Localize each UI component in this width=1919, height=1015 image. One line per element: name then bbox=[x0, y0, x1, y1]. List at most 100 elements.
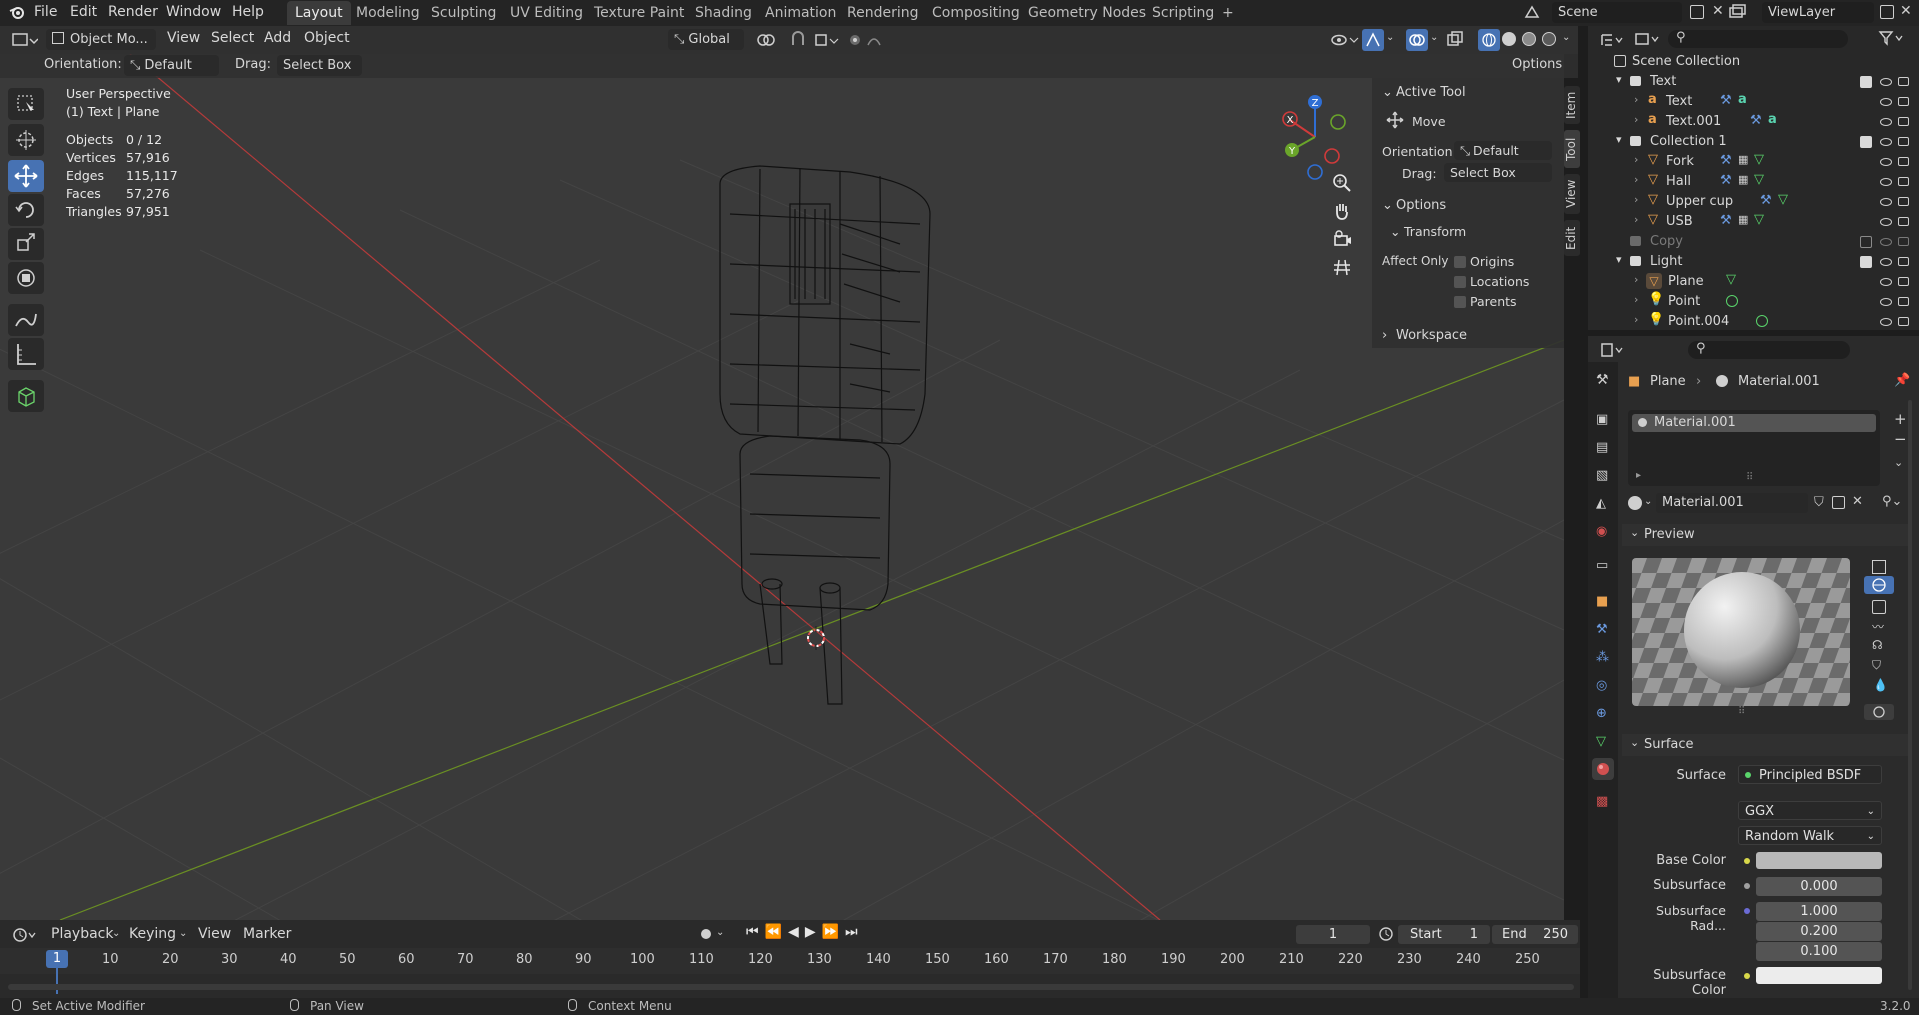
transform-orientation-selector[interactable]: ⤡ Global bbox=[668, 29, 744, 50]
play-icon[interactable]: ▶ bbox=[805, 924, 822, 940]
collection-tab-icon[interactable]: ▭ bbox=[1596, 558, 1608, 573]
gizmo-toggle-icon[interactable] bbox=[1362, 29, 1384, 51]
menu-select[interactable]: Select bbox=[211, 30, 254, 46]
expand-chevron-icon[interactable]: ▾ bbox=[1616, 73, 1622, 86]
add-workspace-button[interactable]: + bbox=[1214, 1, 1242, 25]
expand-chevron-icon[interactable]: › bbox=[1634, 313, 1638, 326]
preview-hair-icon[interactable]: 〰 bbox=[1872, 618, 1884, 635]
tab-edit[interactable]: Edit bbox=[1564, 220, 1580, 256]
eye-icon[interactable] bbox=[1880, 318, 1892, 326]
output-tab-icon[interactable]: ▤ bbox=[1596, 440, 1608, 455]
modifier-wrench-icon[interactable]: ⚒ bbox=[1720, 153, 1732, 168]
modifier-wrench-icon[interactable]: ⚒ bbox=[1750, 113, 1762, 128]
base-color-swatch[interactable] bbox=[1756, 852, 1882, 869]
outliner-row-light[interactable]: › 💡 Point bbox=[1588, 292, 1919, 312]
orientation-dropdown[interactable]: ⤡ Default bbox=[124, 55, 219, 76]
record-button[interactable] bbox=[701, 929, 711, 939]
display-mode-icon[interactable] bbox=[1634, 31, 1662, 47]
outliner-row-light[interactable]: › 💡 Point.004 bbox=[1588, 312, 1919, 330]
ortho-grid-icon[interactable] bbox=[1331, 256, 1353, 278]
tab-geometry-nodes[interactable]: Geometry Nodes bbox=[1020, 1, 1154, 25]
new-scene-icon[interactable] bbox=[1690, 5, 1704, 19]
render-camera-icon[interactable] bbox=[1898, 97, 1909, 106]
preview-resize-handle[interactable]: ⠿ bbox=[1738, 706, 1745, 717]
texture-tab-icon[interactable]: ▩ bbox=[1596, 794, 1608, 809]
list-resize-handle[interactable]: ⠿ bbox=[1746, 472, 1753, 483]
modifier-wrench-icon[interactable]: ⚒ bbox=[1720, 93, 1732, 108]
3d-cursor-icon[interactable] bbox=[804, 626, 828, 650]
options-chevron-icon[interactable]: ⌄ bbox=[1382, 198, 1393, 213]
eye-icon[interactable] bbox=[1880, 198, 1892, 206]
render-camera-icon[interactable] bbox=[1898, 297, 1909, 306]
scene-selector[interactable]: Scene bbox=[1552, 2, 1682, 23]
menu-marker[interactable]: Marker bbox=[243, 926, 291, 942]
camera-view-icon[interactable] bbox=[1331, 228, 1353, 250]
start-frame-field[interactable]: Start 1 bbox=[1398, 925, 1490, 944]
render-camera-icon[interactable] bbox=[1898, 157, 1909, 166]
navigation-gizmo[interactable]: Z X Y bbox=[1270, 92, 1360, 182]
np-drag-dropdown[interactable]: Select Box bbox=[1444, 163, 1552, 182]
tab-tool[interactable]: Tool bbox=[1564, 130, 1580, 168]
mesh-data-icon[interactable]: ▽ bbox=[1754, 212, 1764, 227]
outliner-row-object[interactable]: › ▽ USB ⚒ ▦ ▽ bbox=[1588, 212, 1919, 232]
prev-keyframe-icon[interactable]: ⏪ bbox=[765, 924, 788, 940]
render-tab-icon[interactable]: ▣ bbox=[1596, 412, 1608, 427]
outliner-row-collection[interactable]: ▾ Collection 1 bbox=[1588, 132, 1919, 152]
outliner-row-object[interactable]: › ▽ Plane ▽ bbox=[1588, 272, 1919, 292]
subsurface-color-swatch[interactable] bbox=[1756, 967, 1882, 984]
outliner-row-collection[interactable]: ▾ Light bbox=[1588, 252, 1919, 272]
render-camera-icon[interactable] bbox=[1898, 257, 1909, 266]
mesh-data-icon[interactable]: ▽ bbox=[1778, 192, 1788, 207]
playback-dropdown-icon[interactable]: ⌄ bbox=[112, 928, 120, 939]
preview-monkey-icon[interactable]: ☊ bbox=[1872, 638, 1883, 652]
origins-checkbox[interactable] bbox=[1454, 256, 1466, 268]
render-camera-icon[interactable] bbox=[1898, 77, 1909, 86]
material-grid-icon[interactable]: ▦ bbox=[1738, 173, 1748, 186]
select-box-tool-icon[interactable] bbox=[8, 88, 44, 120]
render-camera-icon[interactable] bbox=[1898, 177, 1909, 186]
active-tool-header[interactable]: Active Tool bbox=[1396, 85, 1466, 100]
np-transform-header[interactable]: Transform bbox=[1404, 224, 1466, 239]
include-checkbox[interactable] bbox=[1860, 236, 1872, 248]
material-browse-icon[interactable] bbox=[1628, 496, 1642, 510]
material-browse-dropdown-icon[interactable]: ⌄ bbox=[1644, 496, 1652, 507]
rotate-tool-icon[interactable] bbox=[8, 194, 44, 226]
outliner-row-collection[interactable]: ▾ Text bbox=[1588, 72, 1919, 92]
material-link-dropdown-icon[interactable]: ⚲⌄ bbox=[1882, 494, 1902, 509]
measure-tool-icon[interactable] bbox=[8, 338, 44, 370]
xray-toggle-icon[interactable] bbox=[1446, 31, 1464, 49]
tab-texture-paint[interactable]: Texture Paint bbox=[586, 1, 692, 25]
preview-cube-icon[interactable] bbox=[1872, 600, 1886, 614]
material-tab-icon[interactable] bbox=[1592, 758, 1614, 780]
eye-icon[interactable] bbox=[1880, 218, 1892, 226]
menu-timeline-view[interactable]: View bbox=[198, 926, 231, 942]
distribution-dropdown[interactable]: GGX ⌄ bbox=[1738, 801, 1882, 820]
3d-viewport[interactable]: User Perspective (1) Text | Plane Object… bbox=[0, 54, 1564, 920]
material-preview-icon[interactable] bbox=[1522, 32, 1536, 46]
options-dropdown[interactable]: Options bbox=[1512, 57, 1562, 72]
mesh-data-icon[interactable]: ▽ bbox=[1754, 172, 1764, 187]
editor-type-icon[interactable] bbox=[12, 31, 38, 49]
preview-world-icon[interactable] bbox=[1864, 704, 1894, 720]
preview-cloth-icon[interactable]: ⛉ bbox=[1872, 658, 1881, 673]
text-data-icon[interactable]: a bbox=[1768, 112, 1777, 127]
unlink-material-icon[interactable]: ✕ bbox=[1852, 494, 1863, 509]
menu-file[interactable]: File bbox=[34, 4, 57, 20]
object-tab-icon[interactable]: ■ bbox=[1596, 594, 1608, 609]
pin-icon[interactable]: 📌 bbox=[1894, 373, 1910, 388]
menu-view[interactable]: View bbox=[167, 30, 200, 46]
active-tool-chevron-icon[interactable]: ⌄ bbox=[1382, 85, 1393, 100]
outliner-row-object[interactable]: › a Text ⚒ a bbox=[1588, 92, 1919, 112]
subsurface-method-dropdown[interactable]: Random Walk ⌄ bbox=[1738, 826, 1882, 845]
subsurface-radius-y-field[interactable]: 0.200 bbox=[1756, 922, 1882, 941]
transform-tool-icon[interactable] bbox=[8, 262, 44, 294]
constraints-tab-icon[interactable]: ⊕ bbox=[1596, 706, 1607, 721]
proportional-editing-icon[interactable] bbox=[848, 31, 888, 49]
modifier-tab-icon[interactable]: ⚒ bbox=[1596, 622, 1608, 637]
mesh-data-icon[interactable]: ▽ bbox=[1726, 272, 1736, 287]
shading-dropdown-icon[interactable]: ⌄ bbox=[1562, 32, 1570, 43]
tool-tab-icon[interactable]: ⚒ bbox=[1596, 372, 1609, 388]
zoom-icon[interactable] bbox=[1331, 172, 1353, 194]
surface-panel-header[interactable]: ⌄ Surface bbox=[1622, 734, 1912, 756]
list-expand-icon[interactable]: ▸ bbox=[1636, 470, 1641, 481]
